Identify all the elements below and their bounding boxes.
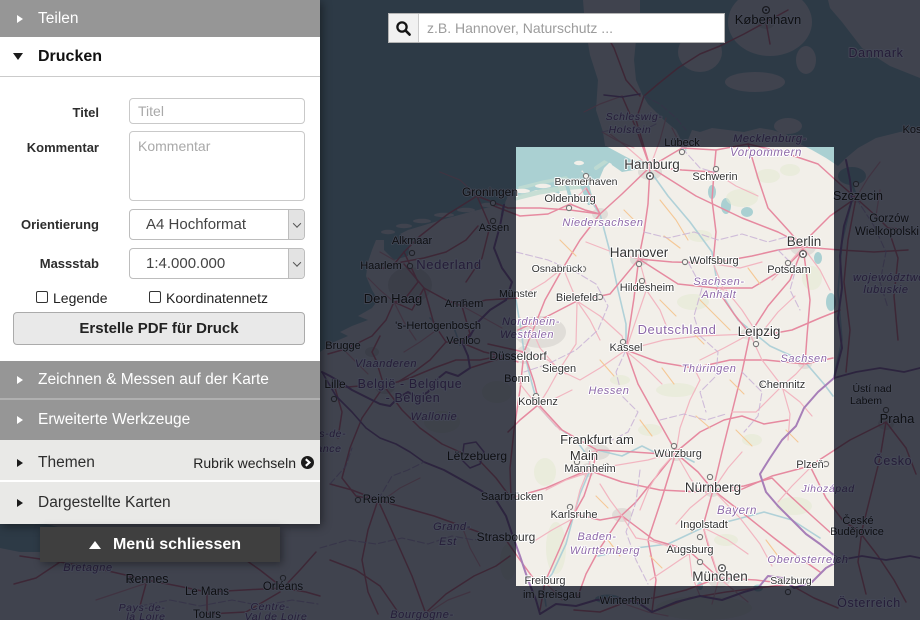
svg-text:Assen: Assen	[479, 222, 510, 234]
svg-text:Freiburg: Freiburg	[525, 575, 566, 587]
svg-text:Grand-: Grand-	[433, 521, 471, 533]
svg-text:Danmark: Danmark	[849, 46, 904, 60]
svg-text:Hildesheim: Hildesheim	[620, 282, 674, 294]
svg-text:Potsdam: Potsdam	[767, 264, 810, 276]
svg-text:Le Mans: Le Mans	[185, 586, 229, 598]
svg-text:Strasbourg: Strasbourg	[477, 530, 536, 544]
svg-text:la Loire: la Loire	[126, 611, 165, 620]
svg-text:Kos: Kos	[903, 124, 920, 136]
svg-text:Nordrhein-: Nordrhein-	[502, 316, 560, 328]
svg-text:Thüringen: Thüringen	[682, 363, 737, 375]
svg-text:Karlsruhe: Karlsruhe	[550, 509, 597, 521]
svg-text:Sachsen: Sachsen	[780, 353, 827, 365]
svg-text:Praha: Praha	[880, 411, 915, 426]
svg-text:Val de Loire: Val de Loire	[245, 611, 308, 620]
svg-text:lubuskie: lubuskie	[863, 284, 908, 296]
svg-text:Den Haag: Den Haag	[364, 291, 423, 306]
svg-text:Szczecin: Szczecin	[833, 189, 883, 203]
svg-text:Düsseldorf: Düsseldorf	[489, 349, 547, 363]
svg-text:Bayern: Bayern	[717, 505, 757, 517]
svg-text:Mannheim: Mannheim	[564, 463, 615, 475]
svg-text:België - Belgique: België - Belgique	[358, 377, 463, 391]
svg-text:Lëtzebuerg: Lëtzebuerg	[447, 449, 507, 463]
svg-text:Berlin: Berlin	[787, 234, 822, 249]
svg-text:Kassel: Kassel	[609, 342, 642, 354]
svg-text:ance: ance	[316, 443, 341, 455]
svg-text:województwo: województwo	[853, 272, 920, 284]
svg-text:Mecklenburg-: Mecklenburg-	[733, 133, 807, 145]
svg-text:Schwerin: Schwerin	[692, 171, 737, 183]
svg-text:Baden-: Baden-	[577, 531, 616, 543]
svg-text:Rennes: Rennes	[125, 572, 168, 586]
svg-text:- Belgien: - Belgien	[386, 391, 441, 405]
svg-text:Hannover: Hannover	[610, 245, 669, 260]
svg-text:Bretagne: Bretagne	[63, 562, 112, 574]
svg-text:im Breisgau: im Breisgau	[523, 589, 581, 601]
svg-text:Vlaanderen: Vlaanderen	[355, 358, 417, 370]
svg-text:Bonn: Bonn	[504, 373, 530, 385]
svg-text:Est: Est	[439, 536, 457, 548]
svg-text:Hessen: Hessen	[589, 385, 630, 397]
svg-text:Bielefeld: Bielefeld	[556, 292, 598, 304]
svg-text:Česko: Česko	[874, 453, 912, 468]
svg-text:Anhalt: Anhalt	[701, 289, 737, 301]
svg-text:Frankfurt am: Frankfurt am	[560, 432, 634, 447]
svg-text:Lübeck: Lübeck	[664, 137, 700, 149]
svg-text:Brugge: Brugge	[325, 340, 360, 352]
svg-text:Deutschland: Deutschland	[638, 322, 717, 337]
svg-text:Hamburg: Hamburg	[624, 157, 680, 172]
svg-text:Main: Main	[570, 448, 598, 463]
svg-text:Sachsen-: Sachsen-	[693, 276, 744, 288]
svg-text:Jihozápad: Jihozápad	[800, 483, 855, 495]
svg-text:Niedersachsen: Niedersachsen	[562, 217, 643, 229]
svg-text:Gorzów: Gorzów	[869, 213, 909, 225]
svg-text:'s-Hertogenbosch: 's-Hertogenbosch	[395, 320, 481, 332]
svg-text:Wallonie: Wallonie	[411, 411, 458, 423]
svg-text:Schleswig-: Schleswig-	[606, 111, 663, 123]
svg-text:Orléans: Orléans	[263, 581, 304, 593]
svg-text:Oberösterreich: Oberösterreich	[767, 554, 848, 566]
svg-text:Winterthur: Winterthur	[600, 595, 651, 607]
svg-text:Plzeň: Plzeň	[796, 459, 824, 471]
svg-text:Nederland: Nederland	[416, 257, 481, 272]
svg-text:Chemnitz: Chemnitz	[759, 379, 805, 391]
svg-text:ts-de-: ts-de-	[316, 428, 346, 440]
svg-text:Budějovice: Budějovice	[830, 526, 884, 538]
svg-text:Leipzig: Leipzig	[738, 324, 781, 339]
svg-text:Reims: Reims	[363, 494, 396, 506]
svg-text:Arnhem: Arnhem	[445, 298, 484, 310]
svg-text:Osnabrück: Osnabrück	[532, 263, 584, 275]
svg-text:Venlo: Venlo	[446, 335, 474, 347]
svg-text:Groningen: Groningen	[462, 185, 518, 199]
svg-text:Wolfsburg: Wolfsburg	[689, 255, 738, 267]
svg-text:Labem: Labem	[850, 395, 882, 407]
svg-text:Koblenz: Koblenz	[518, 396, 558, 408]
svg-text:Augsburg: Augsburg	[666, 544, 713, 556]
svg-text:Bourgogne-: Bourgogne-	[390, 609, 454, 620]
svg-text:Siegen: Siegen	[542, 363, 576, 375]
svg-text:Alkmaar: Alkmaar	[392, 235, 433, 247]
svg-text:München: München	[692, 569, 748, 584]
svg-text:Ústí nad: Ústí nad	[852, 382, 891, 395]
svg-text:Vorpommern: Vorpommern	[730, 147, 802, 159]
svg-text:Salzburg: Salzburg	[770, 575, 812, 587]
svg-text:Wielkopolski: Wielkopolski	[855, 226, 919, 238]
svg-text:Württemberg: Württemberg	[570, 545, 640, 557]
svg-text:Ingolstadt: Ingolstadt	[680, 519, 728, 531]
svg-text:Bremerhaven: Bremerhaven	[554, 176, 617, 188]
svg-text:Münster: Münster	[499, 288, 537, 300]
svg-text:Nürnberg: Nürnberg	[685, 480, 741, 495]
svg-text:Österreich: Österreich	[837, 596, 901, 610]
svg-text:Saarbrücken: Saarbrücken	[481, 491, 543, 503]
svg-text:Haarlem: Haarlem	[360, 260, 402, 272]
svg-text:Westfalen: Westfalen	[500, 329, 554, 341]
svg-text:Holstein: Holstein	[609, 124, 652, 136]
svg-text:København: København	[735, 12, 802, 27]
svg-text:Lille: Lille	[324, 377, 346, 391]
svg-text:Tours: Tours	[193, 609, 221, 620]
svg-text:Oldenburg: Oldenburg	[544, 193, 595, 205]
svg-text:Würzburg: Würzburg	[654, 448, 702, 460]
